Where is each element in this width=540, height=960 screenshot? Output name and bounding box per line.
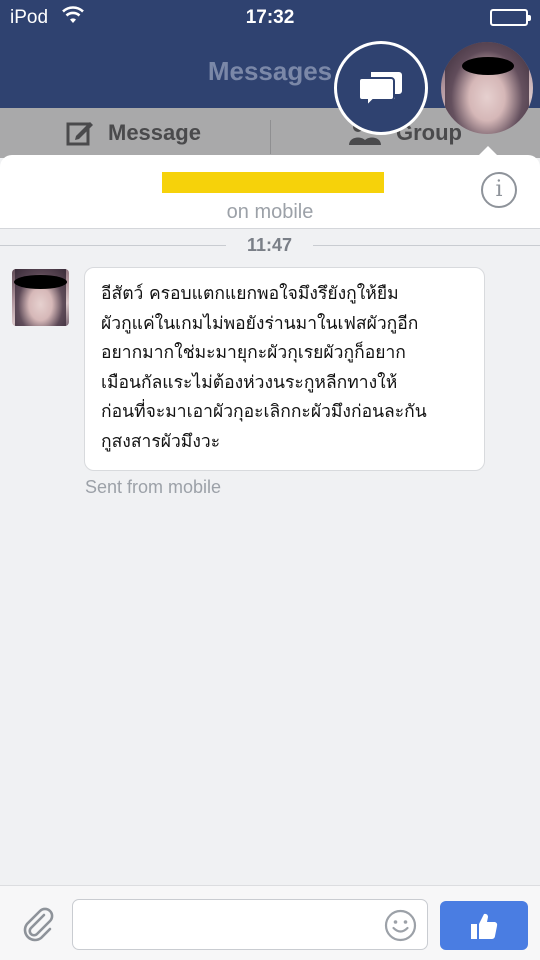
composer-bar [0, 885, 540, 960]
message-bubble[interactable]: อีสัตว์ ครอบแตกแยกพอใจมึงรึยังกูให้ยืม ผ… [84, 267, 485, 471]
contact-name-redacted [162, 172, 384, 193]
message-line: อีสัตว์ ครอบแตกแยกพอใจมึงรึยังกูให้ยืม [101, 284, 399, 304]
timestamp-divider: 11:47 [0, 234, 540, 258]
message-line: ก่อนที่จะมาเอาผัวกุอะเลิกกะผัวมึงก่อนละก… [101, 402, 427, 422]
chat-heads-button[interactable] [334, 41, 428, 135]
new-message-label: Message [108, 120, 201, 145]
sticker-button[interactable] [384, 909, 417, 942]
avatar[interactable] [12, 269, 69, 326]
info-button[interactable]: i [481, 172, 517, 208]
message-input[interactable] [72, 899, 428, 950]
message-line: อยากมากใช่มะมายุกะผัวกุเรยผัวกูก็อยาก [101, 343, 406, 363]
action-divider [270, 120, 271, 154]
smiley-icon [384, 909, 417, 942]
message-line: กูสงสารผัวมึงวะ [101, 431, 221, 452]
chat-head-pointer [478, 146, 498, 156]
chat-head-avatar[interactable] [441, 42, 533, 134]
status-bar: iPod 17:32 [0, 0, 540, 38]
compose-icon [66, 122, 93, 146]
conversation-header: on mobile i [0, 155, 540, 229]
info-icon: i [495, 177, 503, 202]
new-message-button[interactable]: Message [66, 108, 201, 158]
attach-button[interactable] [20, 906, 56, 942]
sent-from-label: Sent from mobile [85, 477, 222, 497]
message-timestamp: 11:47 [246, 235, 293, 255]
battery-icon [490, 9, 531, 26]
message-line: ผัวกูแค่ในเกมไม่พอยังร่านมาในเฟสผัวกูอีก [101, 313, 419, 334]
chat-heads-icon [359, 72, 402, 108]
status-time: 17:32 [245, 7, 295, 28]
paperclip-icon [23, 907, 54, 942]
message-text: อีสัตว์ ครอบแตกแยกพอใจมึงรึยังกูให้ยืม ผ… [101, 280, 472, 457]
contact-status: on mobile [226, 201, 314, 223]
message-line: เมือนกัลแระไม่ต้องห่วงนระกูหลีกทางให้ [101, 372, 398, 393]
thumbs-up-icon [471, 913, 498, 939]
like-button[interactable] [440, 901, 528, 950]
